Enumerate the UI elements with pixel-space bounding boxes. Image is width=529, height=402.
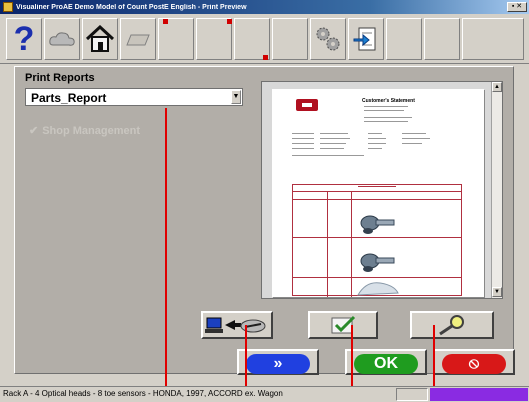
folder-button[interactable] — [120, 18, 156, 60]
import-icon — [353, 27, 376, 51]
zoom-button[interactable] — [410, 311, 494, 339]
shop-logo — [296, 99, 318, 111]
home-icon — [85, 25, 115, 52]
title-bar: Visualiner ProAE Demo Model of Count Pos… — [0, 0, 529, 14]
scroll-down-button[interactable]: ▼ — [492, 287, 502, 297]
import-button[interactable] — [348, 18, 384, 60]
toolbar-slot-11[interactable] — [386, 18, 422, 60]
doc-text-line — [368, 143, 386, 144]
doc-text-line — [292, 148, 314, 149]
checkmark-icon — [331, 315, 356, 334]
doc-text-line — [364, 106, 408, 107]
tab-button-4[interactable] — [272, 18, 308, 60]
doc-text-line — [320, 138, 350, 139]
folder-icon — [126, 34, 150, 46]
preview-page: Customer's Statement — [272, 89, 484, 297]
part-image-control-arm — [357, 282, 399, 296]
cloud-button[interactable] — [44, 18, 80, 60]
table-row — [293, 277, 461, 278]
doc-text-line — [402, 138, 430, 139]
scroll-up-button[interactable]: ▲ — [492, 82, 502, 92]
doc-text-line — [292, 133, 314, 134]
doc-text-line — [402, 143, 422, 144]
part-image-tie-rod — [360, 215, 395, 234]
gears-button[interactable] — [310, 18, 346, 60]
help-icon: ? — [13, 20, 35, 58]
table-row — [293, 237, 461, 238]
table-column-line — [327, 191, 328, 297]
document-title: Customer's Statement — [362, 98, 415, 104]
status-indicator — [396, 388, 428, 401]
app-icon — [3, 2, 13, 12]
doc-text-line — [402, 133, 426, 134]
preview-scrollbar[interactable]: ▲ ▼ — [491, 82, 502, 298]
tab-button-2[interactable] — [196, 18, 232, 60]
status-bar: Rack A - 4 Optical heads - 8 toe sensors… — [0, 386, 529, 402]
magnifier-icon — [439, 315, 464, 336]
doc-text-line — [320, 148, 344, 149]
forward-icon: » — [246, 354, 310, 374]
doc-text-line — [320, 133, 348, 134]
report-select[interactable]: Parts_Report ▼ — [25, 88, 243, 106]
status-progress — [430, 388, 528, 401]
computer-transfer-icon — [205, 317, 266, 333]
table-column-line — [351, 191, 352, 297]
report-select-value: Parts_Report — [31, 91, 107, 105]
window-controls[interactable]: ▪ ✕ — [507, 2, 527, 12]
tab-button-1[interactable] — [158, 18, 194, 60]
window-title: Visualiner ProAE Demo Model of Count Pos… — [16, 3, 247, 11]
ok-button[interactable]: OK — [345, 349, 427, 375]
pointer-line — [165, 108, 167, 400]
doc-text-line — [292, 138, 314, 139]
home-button[interactable] — [82, 18, 118, 60]
gears-icon — [316, 27, 340, 51]
toolbar: ? — [0, 14, 529, 64]
help-button[interactable]: ? — [6, 18, 42, 60]
table-heading — [358, 186, 396, 187]
print-preview[interactable]: Customer's Statement ▲ ▼ — [261, 81, 503, 299]
print-reports-panel: Print Reports Parts_Report ▼ ✔ Shop Mana… — [14, 66, 515, 375]
doc-text-line — [368, 138, 386, 139]
doc-text-line — [292, 155, 364, 156]
doc-text-line — [320, 143, 346, 144]
toolbar-slot-13[interactable] — [462, 18, 524, 60]
check-button[interactable] — [308, 311, 378, 339]
cancel-icon: ⦸ — [442, 354, 506, 374]
doc-text-line — [368, 148, 382, 149]
chevron-down-icon[interactable]: ▼ — [231, 90, 241, 104]
table-row — [293, 199, 461, 200]
shop-management-checkbox[interactable]: ✔ Shop Management — [29, 124, 141, 138]
status-message: Rack A - 4 Optical heads - 8 toe sensors… — [3, 389, 283, 398]
doc-text-line — [364, 117, 412, 118]
transfer-button[interactable] — [201, 311, 273, 339]
doc-text-line — [364, 121, 408, 122]
ok-label: OK — [354, 354, 418, 374]
doc-text-line — [368, 133, 382, 134]
checkmark-icon: ✔ — [29, 125, 39, 137]
cancel-button[interactable]: ⦸ — [433, 349, 515, 375]
forward-button[interactable]: » — [237, 349, 319, 375]
tab-button-3[interactable] — [234, 18, 270, 60]
table-row — [293, 191, 461, 192]
application-window: Visualiner ProAE Demo Model of Count Pos… — [0, 0, 529, 402]
part-image-tie-rod — [360, 253, 395, 272]
panel-title: Print Reports — [25, 72, 95, 84]
shop-management-label: Shop Management — [42, 124, 141, 137]
doc-text-line — [292, 143, 314, 144]
cloud-icon — [49, 32, 75, 46]
toolbar-slot-12[interactable] — [424, 18, 460, 60]
doc-text-line — [364, 110, 404, 111]
